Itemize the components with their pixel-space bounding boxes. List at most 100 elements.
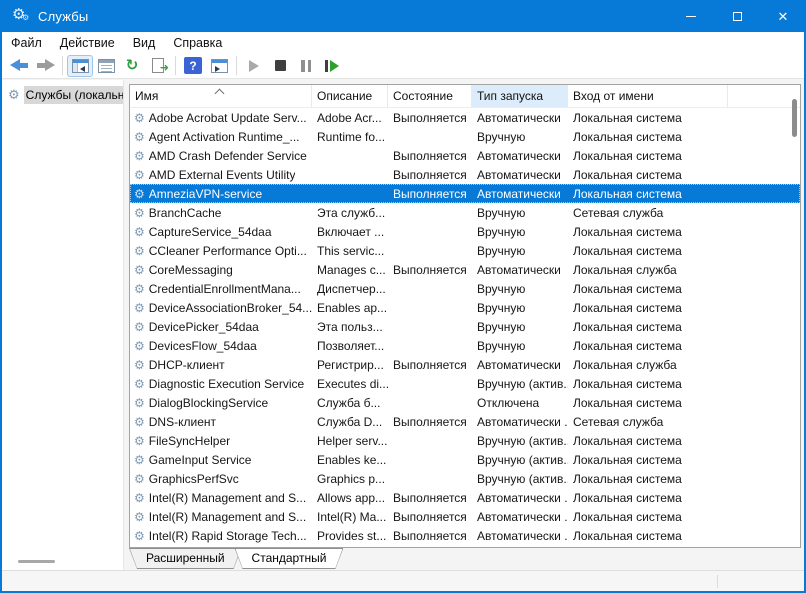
tab-extended[interactable]: Расширенный [129, 548, 242, 568]
table-row[interactable]: ⚙DevicePicker_54daaЭта польз...ВручнуюЛо… [130, 317, 800, 336]
column-header-startup-type[interactable]: Тип запуска [472, 85, 568, 107]
restart-service-button[interactable] [319, 55, 345, 77]
table-row[interactable]: ⚙DHCP-клиентРегистрир...ВыполняетсяАвтом… [130, 355, 800, 374]
service-gear-icon: ⚙ [134, 206, 145, 220]
table-row[interactable]: ⚙CaptureService_54daaВключает ...Вручную… [130, 222, 800, 241]
minimize-button[interactable] [668, 0, 714, 32]
table-row[interactable]: ⚙DevicesFlow_54daaПозволяет...ВручнуюЛок… [130, 336, 800, 355]
service-gear-icon: ⚙ [134, 244, 145, 258]
forward-button[interactable] [32, 55, 58, 77]
forward-arrow-icon [36, 59, 55, 72]
service-gear-icon: ⚙ [134, 301, 145, 315]
column-header-name[interactable]: Имя [130, 85, 312, 107]
cell-startup-type: Вручную [472, 282, 568, 296]
table-row[interactable]: ⚙Diagnostic Execution ServiceExecutes di… [130, 374, 800, 393]
maximize-button[interactable] [714, 0, 760, 32]
cell-logon-as: Локальная система [568, 510, 728, 524]
table-row[interactable]: ⚙CredentialEnrollmentMana...Диспетчер...… [130, 279, 800, 298]
table-row[interactable]: ⚙CCleaner Performance Opti...This servic… [130, 241, 800, 260]
table-row[interactable]: ⚙GameInput ServiceEnables ke...Вручную (… [130, 450, 800, 469]
column-header-status[interactable]: Состояние [388, 85, 472, 107]
table-row[interactable]: ⚙Adobe Acrobat Update Serv...Adobe Acr..… [130, 108, 800, 127]
menu-file[interactable]: Файл [2, 34, 51, 52]
table-row[interactable]: ⚙DeviceAssociationBroker_54...Enables ap… [130, 298, 800, 317]
cell-logon-as: Сетевая служба [568, 415, 728, 429]
stop-service-button[interactable] [267, 55, 293, 77]
cell-logon-as: Локальная система [568, 320, 728, 334]
service-gear-icon: ⚙ [134, 168, 145, 182]
service-name-text: DialogBlockingService [149, 396, 268, 410]
show-action-pane-button[interactable] [206, 55, 232, 77]
status-bar-divider [717, 575, 718, 588]
cell-service-name: ⚙CoreMessaging [130, 263, 312, 277]
stop-service-icon [275, 60, 286, 71]
refresh-icon: ↻ [126, 58, 139, 73]
services-window: ⚙⚙ Службы ✕ Файл Действие Вид Справка ↻ [0, 0, 806, 593]
cell-logon-as: Локальная система [568, 529, 728, 543]
export-list-button[interactable]: ➜ [145, 55, 171, 77]
start-service-button[interactable] [241, 55, 267, 77]
vertical-scrollbar[interactable] [792, 99, 797, 137]
sidebar-horizontal-scrollbar[interactable] [18, 560, 55, 563]
table-row[interactable]: ⚙Agent Activation Runtime_...Runtime fo.… [130, 127, 800, 146]
table-row[interactable]: ⚙AMD Crash Defender ServiceВыполняетсяАв… [130, 146, 800, 165]
table-row[interactable]: ⚙AmneziaVPN-serviceВыполняетсяАвтоматиче… [130, 184, 800, 203]
table-row[interactable]: ⚙BranchCacheЭта служб...ВручнуюСетевая с… [130, 203, 800, 222]
menu-action[interactable]: Действие [51, 34, 124, 52]
cell-startup-type: Вручную [472, 301, 568, 315]
tab-label: Расширенный [130, 549, 241, 568]
cell-service-name: ⚙Adobe Acrobat Update Serv... [130, 111, 312, 125]
services-list-panel: Имя Описание Состояние Тип запуска Вход … [129, 84, 801, 548]
properties-button[interactable] [93, 55, 119, 77]
cell-status: Выполняется [388, 510, 472, 524]
table-row[interactable]: ⚙DNS-клиентСлужба D...ВыполняетсяАвтомат… [130, 412, 800, 431]
table-row[interactable]: ⚙FileSyncHelperHelper serv...Вручную (ак… [130, 431, 800, 450]
pause-service-button[interactable] [293, 55, 319, 77]
table-row[interactable]: ⚙Intel(R) Management and S...Intel(R) Ma… [130, 507, 800, 526]
cell-service-name: ⚙AmneziaVPN-service [130, 187, 312, 201]
cell-service-name: ⚙DeviceAssociationBroker_54... [130, 301, 312, 315]
export-list-icon: ➜ [152, 58, 164, 73]
service-gear-icon: ⚙ [134, 111, 145, 125]
cell-startup-type: Вручную [472, 339, 568, 353]
show-console-tree-button[interactable] [67, 55, 93, 77]
service-name-text: GameInput Service [149, 453, 252, 467]
cell-description: Executes di... [312, 377, 388, 391]
cell-service-name: ⚙CCleaner Performance Opti... [130, 244, 312, 258]
close-icon: ✕ [778, 10, 789, 23]
cell-description: Позволяет... [312, 339, 388, 353]
service-name-text: Intel(R) Management and S... [149, 510, 306, 524]
cell-status: Выполняется [388, 149, 472, 163]
table-row[interactable]: ⚙AMD External Events UtilityВыполняетсяА… [130, 165, 800, 184]
close-button[interactable]: ✕ [760, 0, 806, 32]
tree-item-services-local[interactable]: ⚙ Службы (локальные) [2, 85, 123, 105]
back-arrow-icon [10, 59, 29, 72]
table-row[interactable]: ⚙CoreMessagingManages c...ВыполняетсяАвт… [130, 260, 800, 279]
column-header-logon-as[interactable]: Вход от имени [568, 85, 728, 107]
cell-startup-type: Отключена [472, 396, 568, 410]
toolbar-separator [236, 56, 237, 75]
table-row[interactable]: ⚙Intel(R) Management and S...Allows app.… [130, 488, 800, 507]
cell-description: Эта служб... [312, 206, 388, 220]
column-header-description[interactable]: Описание [312, 85, 388, 107]
menu-view[interactable]: Вид [124, 34, 165, 52]
back-button[interactable] [6, 55, 32, 77]
service-gear-icon: ⚙ [134, 149, 145, 163]
service-name-text: BranchCache [149, 206, 222, 220]
refresh-button[interactable]: ↻ [119, 55, 145, 77]
service-name-text: Intel(R) Rapid Storage Tech... [149, 529, 307, 543]
table-row[interactable]: ⚙DialogBlockingServiceСлужба б...Отключе… [130, 393, 800, 412]
tab-standard[interactable]: Стандартный [235, 548, 344, 568]
help-button[interactable]: ? [180, 55, 206, 77]
cell-service-name: ⚙DevicePicker_54daa [130, 320, 312, 334]
menu-help[interactable]: Справка [164, 34, 231, 52]
status-bar [2, 570, 804, 591]
cell-startup-type: Автоматически [472, 111, 568, 125]
table-row[interactable]: ⚙Intel(R) Rapid Storage Tech...Provides … [130, 526, 800, 545]
cell-startup-type: Вручную (актив... [472, 453, 568, 467]
restart-service-icon [325, 60, 340, 72]
table-row[interactable]: ⚙GraphicsPerfSvcGraphics p...Вручную (ак… [130, 469, 800, 488]
cell-description: Intel(R) Ma... [312, 510, 388, 524]
cell-startup-type: Автоматически [472, 358, 568, 372]
cell-startup-type: Автоматически ... [472, 510, 568, 524]
